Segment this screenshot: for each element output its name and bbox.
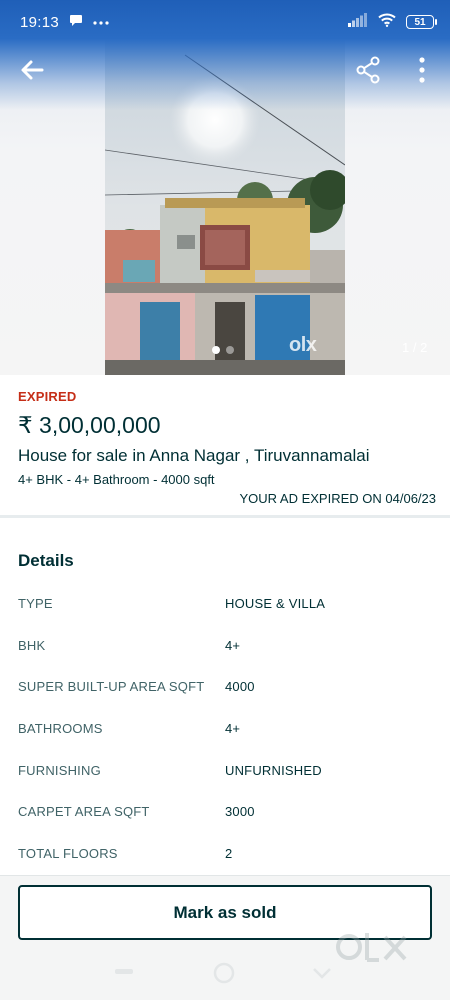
more-options-button[interactable]	[410, 54, 434, 86]
listing-price: ₹ 3,00,00,000	[18, 412, 161, 438]
back-arrow-icon	[21, 60, 44, 80]
share-icon	[356, 56, 380, 84]
app-bar	[0, 48, 450, 92]
listing-info: EXPIRED ₹ 3,00,00,000 House for sale in …	[0, 375, 450, 517]
detail-value: 3000	[225, 804, 255, 820]
status-badge: EXPIRED	[18, 389, 77, 404]
detail-key: CARPET AREA SQFT	[18, 804, 150, 820]
detail-row-super-area: SUPER BUILT-UP AREA SQFT 4000	[18, 666, 432, 708]
battery-icon: 51	[406, 15, 437, 29]
detail-value: UNFURNISHED	[225, 762, 322, 778]
wifi-icon	[378, 13, 396, 32]
detail-row-carpet-area: CARPET AREA SQFT 3000	[18, 791, 432, 833]
detail-row-furnishing: FURNISHING UNFURNISHED	[18, 749, 432, 791]
detail-row-bhk: BHK 4+	[18, 625, 432, 667]
detail-row-type: TYPE HOUSE & VILLA	[18, 583, 432, 625]
details-table: TYPE HOUSE & VILLA BHK 4+ SUPER BUILT-UP…	[18, 583, 432, 874]
expiry-notice: YOUR AD EXPIRED ON 04/06/23	[239, 491, 436, 506]
detail-key: TOTAL FLOORS	[18, 845, 118, 861]
listing-title: House for sale in Anna Nagar , Tiruvanna…	[18, 446, 370, 465]
detail-row-floors: TOTAL FLOORS 2	[18, 833, 432, 875]
recent-apps-button[interactable]	[115, 969, 133, 974]
details-heading: Details	[18, 551, 74, 570]
gallery-pagination	[212, 346, 234, 354]
photo-counter: 1 / 2	[402, 340, 428, 355]
details-section: Details TYPE HOUSE & VILLA BHK 4+ SUPER …	[0, 518, 450, 874]
signal-icon	[348, 12, 368, 32]
detail-key: FURNISHING	[18, 762, 101, 778]
listing-summary: 4+ BHK - 4+ Bathroom - 4000 sqft	[18, 472, 215, 487]
detail-key: BHK	[18, 637, 46, 653]
back-button[interactable]	[16, 54, 48, 86]
detail-value: 2	[225, 845, 233, 861]
olx-photo-watermark: olx	[289, 334, 317, 356]
detail-value: 4+	[225, 721, 241, 737]
detail-value: HOUSE & VILLA	[225, 596, 326, 612]
detail-row-bathrooms: BATHROOMS 4+	[18, 708, 432, 750]
detail-key: BATHROOMS	[18, 721, 103, 737]
detail-value: 4+	[225, 637, 241, 653]
detail-key: SUPER BUILT-UP AREA SQFT	[18, 679, 205, 695]
pagination-dot	[226, 346, 234, 354]
system-navigation-bar	[0, 945, 450, 1000]
more-vertical-icon	[419, 57, 425, 83]
message-icon	[69, 13, 83, 32]
home-button[interactable]	[213, 962, 235, 984]
more-notifications-icon	[93, 13, 109, 31]
pagination-dot-active	[212, 346, 220, 354]
share-button[interactable]	[354, 54, 382, 86]
detail-value: 4000	[225, 679, 255, 695]
detail-key: TYPE	[18, 596, 53, 612]
status-bar: 19:13 51	[0, 0, 450, 44]
status-time: 19:13	[20, 13, 60, 31]
back-nav-button[interactable]	[313, 968, 331, 979]
